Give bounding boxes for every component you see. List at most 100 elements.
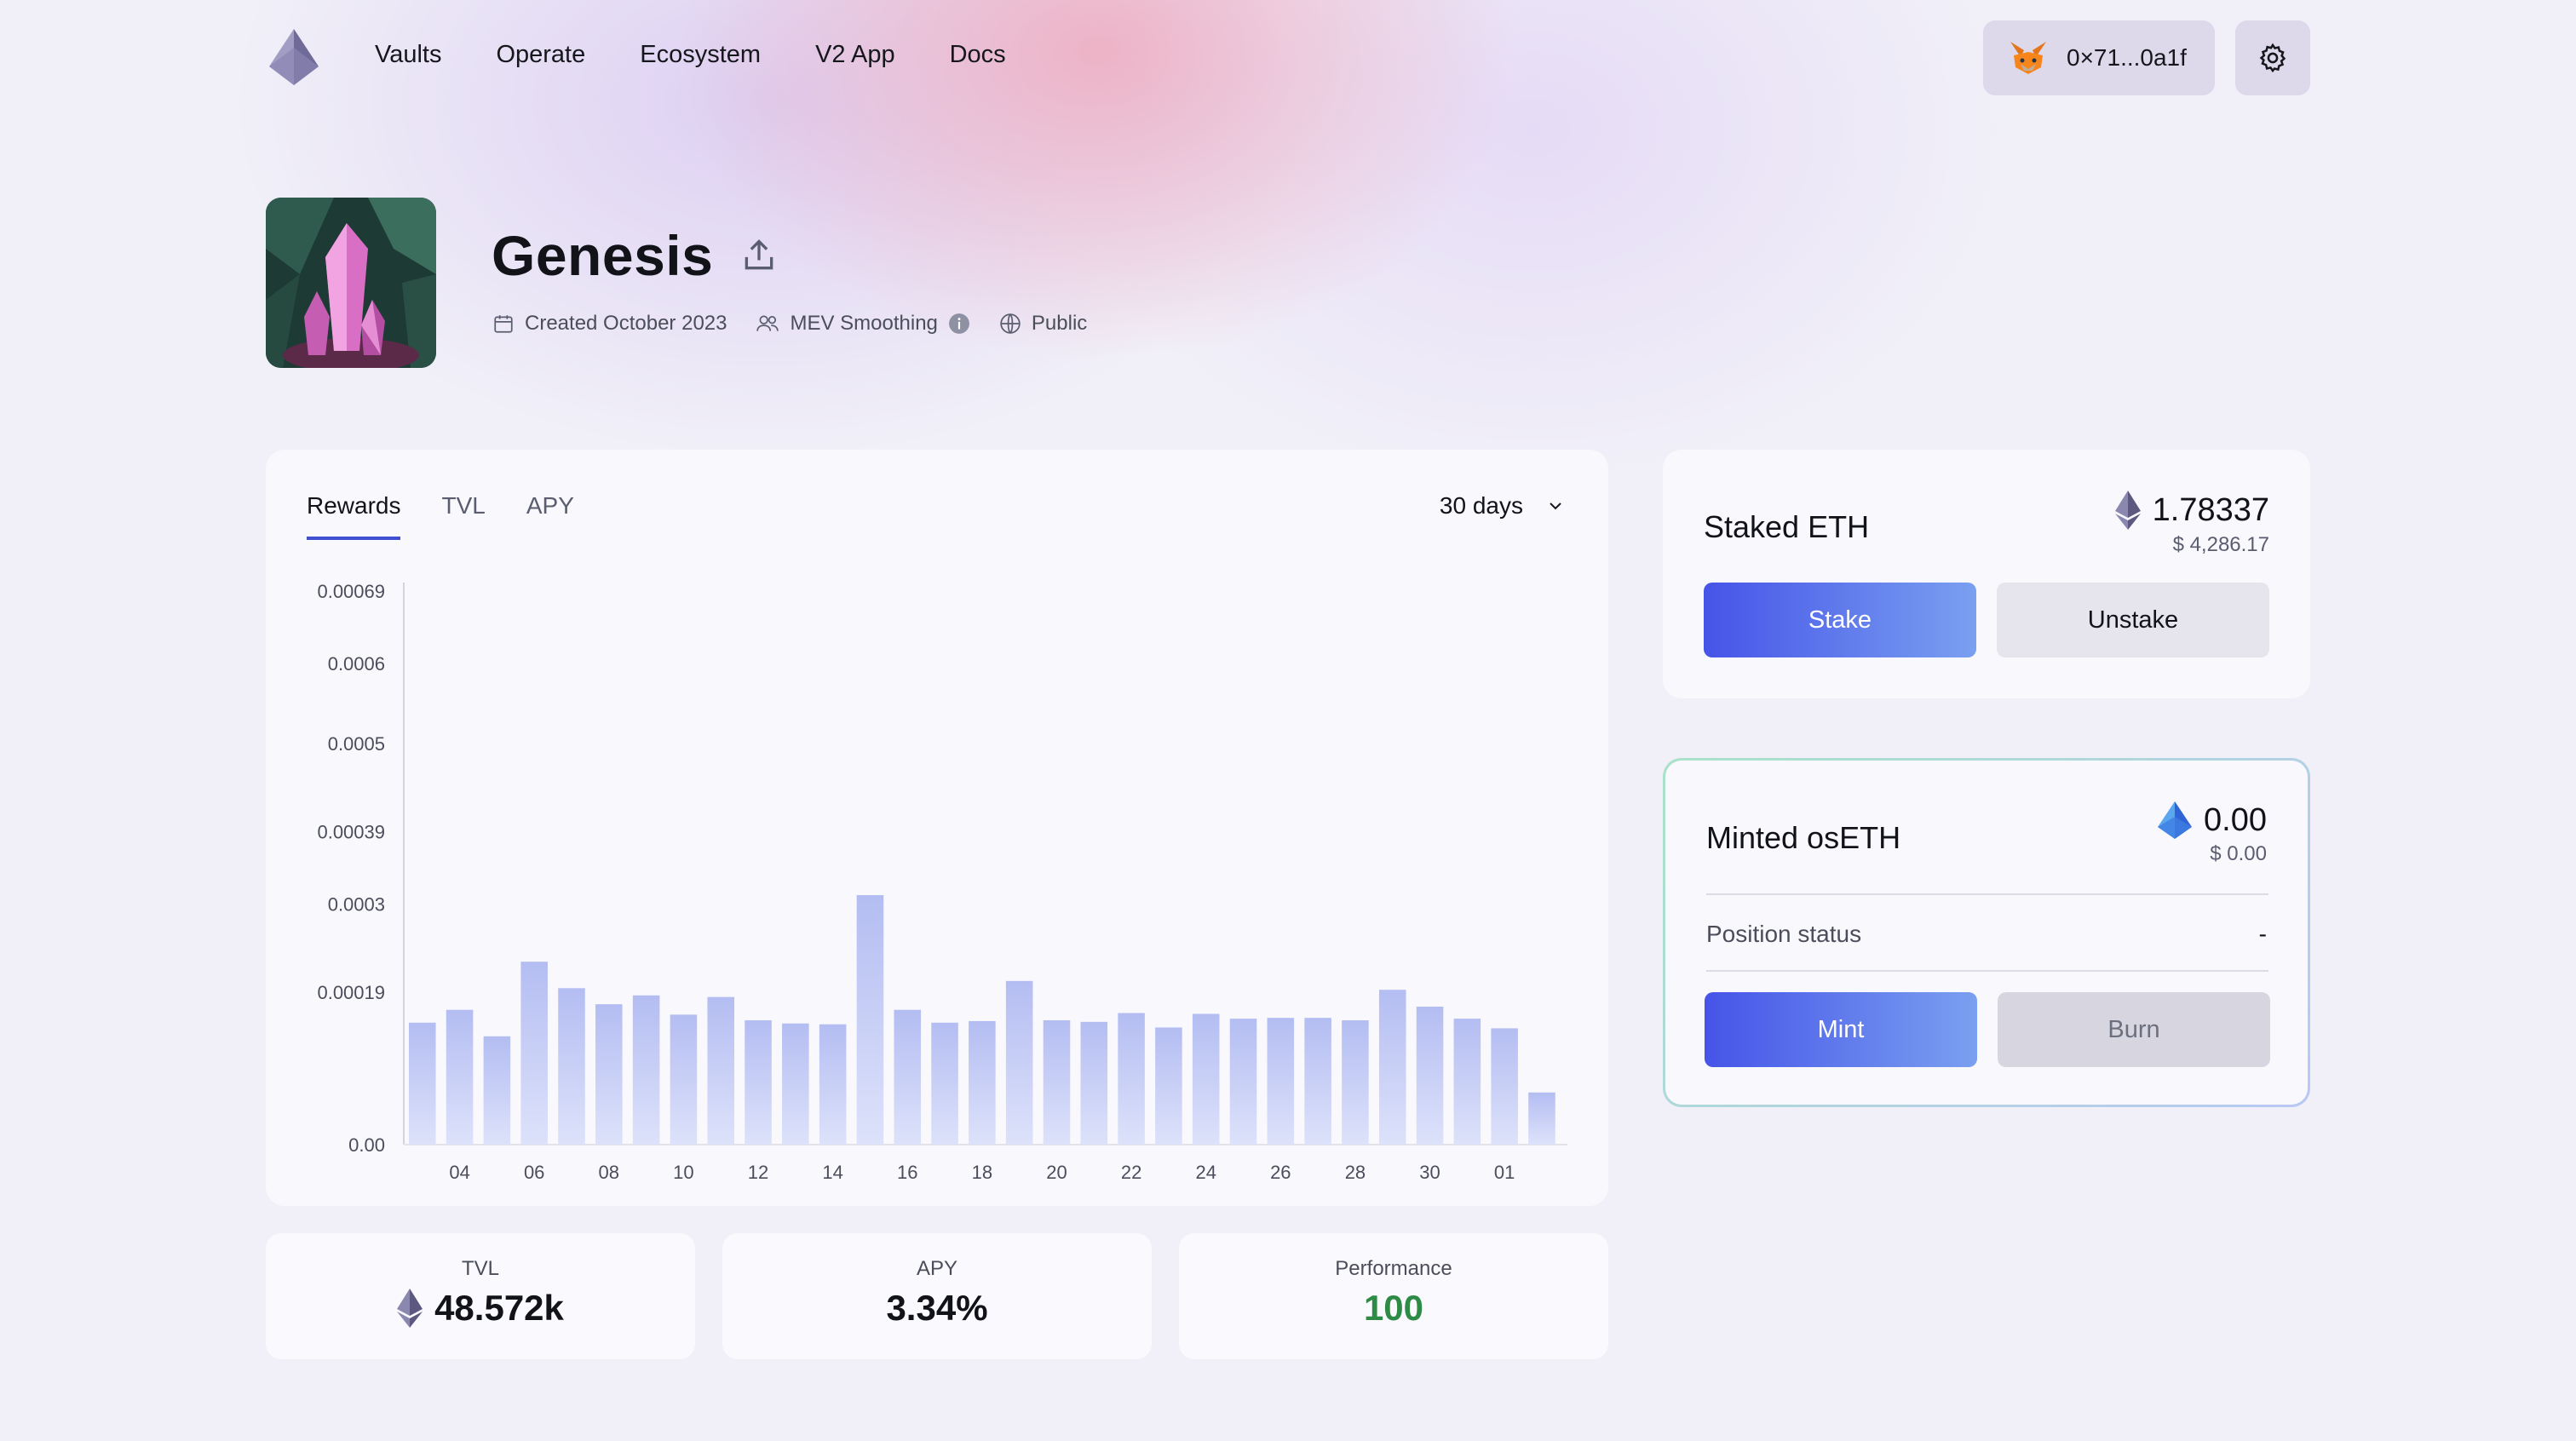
chart-bar (1192, 1013, 1220, 1145)
globe-icon (1000, 313, 1021, 334)
nav-v2-app[interactable]: V2 App (815, 41, 895, 69)
minted-usd: $ 0.00 (2210, 842, 2267, 865)
vault-avatar (266, 198, 436, 368)
staked-amount-row: 1.78337 (2114, 491, 2269, 530)
apy-label: APY (916, 1257, 958, 1280)
chart-tabs: Rewards TVL APY (307, 492, 574, 540)
wallet-button[interactable]: 0×71...0a1f (1983, 20, 2215, 95)
chart-bar (595, 1004, 623, 1145)
burn-button[interactable]: Burn (1998, 992, 2270, 1067)
vault-meta: Created October 2023 MEV Smoothing Publi… (492, 312, 1087, 336)
mev-label: MEV Smoothing (790, 312, 938, 335)
divider (1706, 893, 2268, 895)
y-tick-label: 0.00039 (317, 822, 385, 843)
y-tick-label: 0.00019 (317, 982, 385, 1003)
chart-bar (1304, 1018, 1331, 1145)
x-tick-label: 20 (1046, 1162, 1067, 1183)
eth-icon (397, 1289, 423, 1328)
tab-tvl[interactable]: TVL (441, 492, 485, 540)
tab-rewards[interactable]: Rewards (307, 492, 401, 540)
position-status-value: - (2258, 921, 2267, 947)
info-icon[interactable] (948, 313, 970, 335)
oseth-icon (2158, 801, 2193, 839)
x-tick-label: 01 (1494, 1162, 1515, 1183)
unstake-button[interactable]: Unstake (1997, 583, 2269, 657)
chart-bar (483, 1036, 511, 1145)
x-tick-label: 06 (524, 1162, 544, 1183)
staked-card: Staked ETH 1.78337 $ 4,286.17 Stake Unst… (1663, 450, 2310, 698)
chart-bar (558, 988, 585, 1145)
chart-bar (745, 1019, 772, 1145)
x-tick-label: 12 (748, 1162, 768, 1183)
x-tick-label: 14 (822, 1162, 842, 1183)
performance-value: 100 (1363, 1288, 1424, 1328)
chart-bar (1453, 1019, 1481, 1145)
visibility-label: Public (1031, 312, 1088, 335)
chart-bar (707, 996, 734, 1145)
vault-title: Genesis (492, 224, 714, 287)
x-tick-label: 18 (972, 1162, 992, 1183)
chevron-down-icon (1550, 502, 1561, 510)
created-date: Created October 2023 (492, 312, 727, 336)
minted-card: Minted osETH 0.00 $ 0.00 Position status… (1663, 758, 2310, 1107)
staked-usd: $ 4,286.17 (2172, 533, 2269, 556)
visibility: Public (999, 312, 1087, 336)
tvl-value-row: 48.572k (266, 1288, 695, 1329)
chart-bar (1416, 1006, 1444, 1145)
chart-bar (931, 1022, 958, 1145)
stat-apy: APY 3.34% (722, 1233, 1152, 1359)
chart-bar (1080, 1021, 1108, 1145)
vault-title-row: Genesis (492, 223, 778, 288)
chart-bar (819, 1024, 847, 1145)
stat-tvl: TVL 48.572k (266, 1233, 695, 1359)
nav-ecosystem[interactable]: Ecosystem (640, 41, 761, 69)
x-tick-label: 24 (1195, 1162, 1216, 1183)
x-tick-label: 28 (1345, 1162, 1366, 1183)
x-tick-label: 30 (1419, 1162, 1440, 1183)
divider (1706, 970, 2268, 972)
chart-bar (856, 895, 884, 1145)
eth-icon (2114, 491, 2141, 530)
x-tick-label: 22 (1121, 1162, 1141, 1183)
minted-amount-block: 0.00 $ 0.00 (2158, 801, 2267, 866)
minted-amount: 0.00 (2204, 801, 2267, 838)
y-tick-label: 0.00 (348, 1134, 385, 1156)
mev-smoothing: MEV Smoothing (756, 312, 969, 336)
chart-bar (782, 1023, 809, 1145)
tab-apy[interactable]: APY (526, 492, 574, 540)
performance-label: Performance (1335, 1257, 1452, 1280)
gear-icon (2259, 43, 2286, 73)
position-status-label: Position status (1706, 921, 1862, 947)
stakewise-logo-icon[interactable] (269, 29, 319, 85)
chart-bar (1155, 1027, 1182, 1145)
nav-vaults[interactable]: Vaults (375, 41, 441, 69)
chart-bar (670, 1014, 698, 1145)
chart-bar (409, 1022, 436, 1145)
users-icon (756, 315, 779, 331)
mint-button[interactable]: Mint (1705, 992, 1977, 1067)
x-tick-label: 16 (897, 1162, 917, 1183)
share-icon[interactable] (740, 237, 778, 274)
minted-title: Minted osETH (1706, 820, 1901, 855)
nav-docs[interactable]: Docs (950, 41, 1006, 69)
rewards-chart: 0.000690.00060.00050.000390.00030.000190… (317, 581, 1567, 1183)
chart-bar (1005, 980, 1033, 1145)
chart-bar (1491, 1028, 1518, 1145)
chart-bar (446, 1009, 474, 1145)
x-tick-label: 04 (449, 1162, 469, 1183)
chart-bar (1267, 1018, 1295, 1145)
chart-bar (894, 1009, 922, 1145)
x-tick-label: 10 (673, 1162, 693, 1183)
x-tick-label: 26 (1270, 1162, 1291, 1183)
stake-button[interactable]: Stake (1704, 583, 1976, 657)
period-select[interactable]: 30 days (1440, 492, 1564, 520)
nav-operate[interactable]: Operate (496, 41, 585, 69)
chart-bar (1528, 1092, 1555, 1145)
tvl-value: 48.572k (434, 1288, 564, 1328)
chart-card: Rewards TVL APY 30 days 0.00069 0.0006 0.0… (266, 450, 1608, 1206)
staked-amount-block: 1.78337 $ 4,286.17 (2114, 491, 2269, 557)
settings-button[interactable] (2235, 20, 2310, 95)
minted-amount-row: 0.00 (2158, 801, 2267, 839)
stat-performance: Performance 100 (1179, 1233, 1608, 1359)
tvl-label: TVL (461, 1257, 499, 1280)
